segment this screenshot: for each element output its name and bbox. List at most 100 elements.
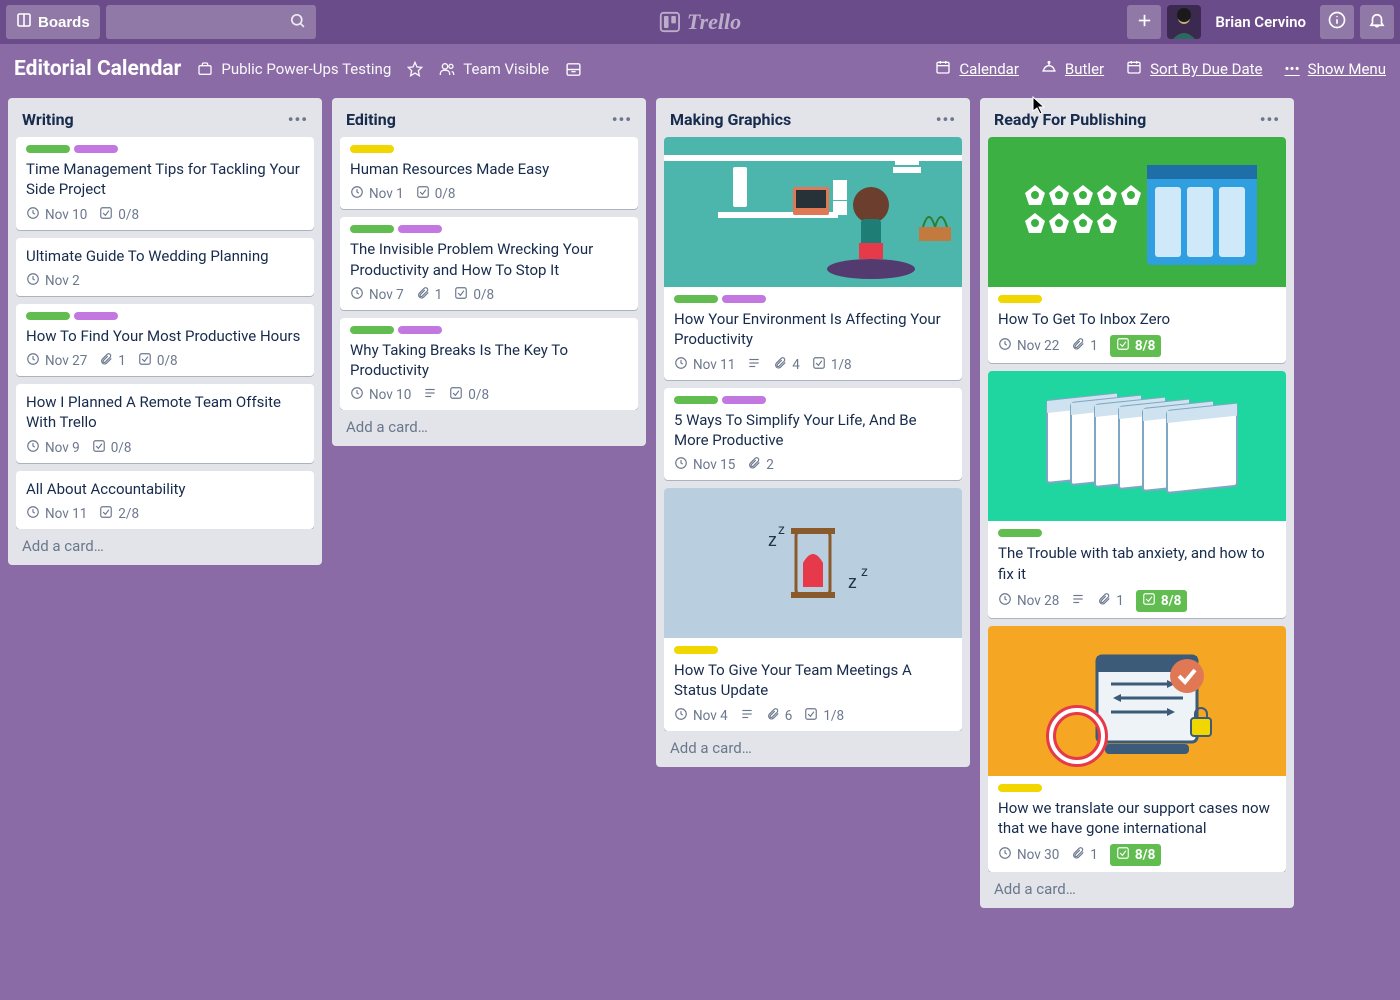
clock-icon bbox=[26, 352, 40, 370]
card[interactable]: How To Find Your Most Productive HoursNo… bbox=[16, 304, 314, 376]
card[interactable]: How To Get To Inbox ZeroNov 2218/8 bbox=[988, 137, 1286, 363]
label-green[interactable] bbox=[674, 396, 718, 404]
label-purple[interactable] bbox=[398, 326, 442, 334]
card[interactable]: How Your Environment Is Affecting Your P… bbox=[664, 137, 962, 380]
attachments-badge: 4 bbox=[773, 356, 800, 374]
attachment-icon bbox=[766, 707, 780, 725]
calendar-link-label: Calendar bbox=[959, 60, 1019, 78]
checklist-badge: 0/8 bbox=[449, 386, 489, 404]
board-canvas[interactable]: Writing ••• Time Management Tips for Tackl… bbox=[0, 94, 1400, 1000]
list-title[interactable]: Ready For Publishing bbox=[994, 110, 1146, 129]
username[interactable]: Brian Cervino bbox=[1207, 13, 1314, 31]
add-card-button[interactable]: Add a card… bbox=[340, 410, 638, 438]
add-card-button[interactable]: Add a card… bbox=[16, 529, 314, 557]
app-logo[interactable]: Trello bbox=[659, 9, 741, 35]
label-yellow[interactable] bbox=[998, 295, 1042, 303]
card-cover bbox=[988, 137, 1286, 287]
label-purple[interactable] bbox=[722, 396, 766, 404]
powerups-testing[interactable]: Public Power-Ups Testing bbox=[197, 60, 391, 78]
list-title[interactable]: Editing bbox=[346, 110, 396, 129]
label-green[interactable] bbox=[26, 145, 70, 153]
label-green[interactable] bbox=[674, 295, 718, 303]
card[interactable]: The Trouble with tab anxiety, and how to… bbox=[988, 371, 1286, 618]
due-badge: Nov 30 bbox=[998, 846, 1059, 864]
team-icon bbox=[439, 61, 455, 77]
calendar-link[interactable]: Calendar bbox=[935, 59, 1019, 79]
label-green[interactable] bbox=[350, 225, 394, 233]
card[interactable]: The Invisible Problem Wrecking Your Prod… bbox=[340, 217, 638, 310]
label-green[interactable] bbox=[26, 312, 70, 320]
list-title[interactable]: Writing bbox=[22, 110, 74, 129]
clock-icon bbox=[350, 386, 364, 404]
label-yellow[interactable] bbox=[674, 646, 718, 654]
star-board[interactable] bbox=[407, 61, 423, 77]
card-title: The Invisible Problem Wrecking Your Prod… bbox=[350, 239, 628, 280]
card[interactable]: Ultimate Guide To Wedding PlanningNov 2 bbox=[16, 238, 314, 296]
card-labels bbox=[26, 312, 304, 320]
label-yellow[interactable] bbox=[350, 145, 394, 153]
card-labels bbox=[998, 529, 1276, 537]
card[interactable]: Time Management Tips for Tackling Your S… bbox=[16, 137, 314, 230]
label-purple[interactable] bbox=[398, 225, 442, 233]
powerups-label: Public Power-Ups Testing bbox=[221, 60, 391, 78]
add-card-button[interactable]: Add a card… bbox=[988, 872, 1286, 900]
star-icon bbox=[407, 61, 423, 77]
card[interactable]: zzzzHow To Give Your Team Meetings A Sta… bbox=[664, 488, 962, 731]
label-green[interactable] bbox=[350, 326, 394, 334]
drawer-icon-item[interactable] bbox=[565, 61, 582, 78]
info-button[interactable] bbox=[1320, 5, 1354, 39]
card[interactable]: All About AccountabilityNov 112/8 bbox=[16, 471, 314, 529]
card[interactable]: Why Taking Breaks Is The Key To Producti… bbox=[340, 318, 638, 411]
card[interactable]: How I Planned A Remote Team Offsite With… bbox=[16, 384, 314, 463]
label-purple[interactable] bbox=[722, 295, 766, 303]
clock-icon bbox=[674, 456, 688, 474]
list-menu-button[interactable]: ••• bbox=[612, 110, 632, 129]
bell-icon bbox=[1368, 11, 1386, 33]
notifications-button[interactable] bbox=[1360, 5, 1394, 39]
list-menu-button[interactable]: ••• bbox=[288, 110, 308, 129]
list-title[interactable]: Making Graphics bbox=[670, 110, 791, 129]
calendar-icon bbox=[935, 59, 951, 79]
card[interactable]: How we translate our support cases now t… bbox=[988, 626, 1286, 873]
card-title: 5 Ways To Simplify Your Life, And Be Mor… bbox=[674, 410, 952, 451]
list-menu-button[interactable]: ••• bbox=[936, 110, 956, 129]
butler-link[interactable]: Butler bbox=[1041, 59, 1104, 79]
boards-button[interactable]: Boards bbox=[6, 5, 100, 39]
card-badges: Nov 2218/8 bbox=[998, 335, 1276, 357]
label-purple[interactable] bbox=[74, 145, 118, 153]
checklist-icon bbox=[454, 286, 468, 304]
checklist-icon bbox=[1116, 846, 1130, 864]
add-card-button[interactable]: Add a card… bbox=[664, 731, 962, 759]
label-purple[interactable] bbox=[74, 312, 118, 320]
label-yellow[interactable] bbox=[998, 784, 1042, 792]
list-menu-button[interactable]: ••• bbox=[1260, 110, 1280, 129]
description-icon bbox=[740, 707, 754, 725]
checklist-icon bbox=[1142, 592, 1156, 610]
card[interactable]: Human Resources Made EasyNov 10/8 bbox=[340, 137, 638, 209]
boards-icon bbox=[16, 12, 32, 32]
search-input[interactable] bbox=[106, 5, 316, 39]
list: Editing ••• Human Resources Made EasyNov 1… bbox=[332, 98, 646, 446]
avatar[interactable] bbox=[1167, 5, 1201, 39]
card[interactable]: 5 Ways To Simplify Your Life, And Be Mor… bbox=[664, 388, 962, 481]
checklist-icon bbox=[99, 505, 113, 523]
attachments-badge: 1 bbox=[99, 352, 126, 370]
description-badge bbox=[740, 707, 754, 725]
attachment-icon bbox=[99, 352, 113, 370]
attachment-icon bbox=[1097, 592, 1111, 610]
card-title: Human Resources Made Easy bbox=[350, 159, 628, 179]
label-green[interactable] bbox=[998, 529, 1042, 537]
team-visibility[interactable]: Team Visible bbox=[439, 60, 549, 78]
due-badge: Nov 11 bbox=[674, 356, 735, 374]
description-badge bbox=[1071, 592, 1085, 610]
checklist-badge: 8/8 bbox=[1136, 590, 1188, 612]
show-menu-link[interactable]: ••• Show Menu bbox=[1284, 60, 1386, 78]
sort-due-link[interactable]: Sort By Due Date bbox=[1126, 59, 1262, 79]
create-button[interactable] bbox=[1127, 5, 1161, 39]
card-title: Why Taking Breaks Is The Key To Producti… bbox=[350, 340, 628, 381]
board-title[interactable]: Editorial Calendar bbox=[14, 57, 181, 81]
due-badge: Nov 10 bbox=[26, 206, 87, 224]
clock-icon bbox=[674, 707, 688, 725]
svg-text:z: z bbox=[768, 530, 777, 550]
svg-text:z: z bbox=[848, 572, 857, 592]
